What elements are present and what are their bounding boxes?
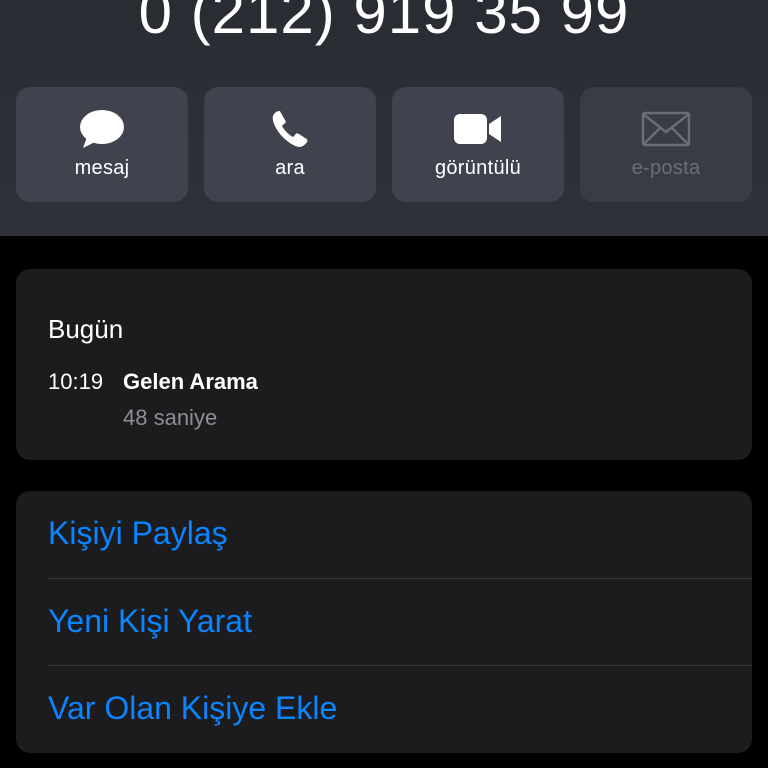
contact-actions-card: Kişiyi Paylaş Yeni Kişi Yarat Var Olan K…: [16, 491, 752, 753]
phone-icon: [204, 109, 376, 149]
contact-header: 0 (212) 919 35 99 mesaj ara görüntülü e-…: [0, 0, 768, 236]
video-call-button[interactable]: görüntülü: [392, 87, 564, 202]
message-bubble-icon: [16, 109, 188, 149]
envelope-icon: [580, 109, 752, 149]
call-button[interactable]: ara: [204, 87, 376, 202]
create-new-contact-label: Yeni Kişi Yarat: [48, 603, 252, 639]
create-new-contact-row[interactable]: Yeni Kişi Yarat: [16, 579, 752, 666]
video-call-button-label: görüntülü: [434, 157, 522, 179]
call-button-label: ara: [275, 157, 305, 179]
share-contact-label: Kişiyi Paylaş: [48, 515, 228, 551]
add-to-existing-contact-label: Var Olan Kişiye Ekle: [48, 690, 338, 726]
phone-number-title: 0 (212) 919 35 99: [138, 0, 630, 46]
call-duration: 48 saniye: [123, 405, 218, 430]
recents-day-heading: Bugün: [48, 314, 124, 344]
message-button-label: mesaj: [74, 157, 130, 179]
call-time: 10:19: [48, 369, 104, 394]
share-contact-row[interactable]: Kişiyi Paylaş: [16, 491, 752, 578]
recent-calls-card: Bugün 10:19 Gelen Arama 48 saniye: [16, 269, 752, 460]
email-button[interactable]: e-posta: [580, 87, 752, 202]
add-to-existing-contact-row[interactable]: Var Olan Kişiye Ekle: [16, 666, 752, 753]
message-button[interactable]: mesaj: [16, 87, 188, 202]
call-type: Gelen Arama: [123, 369, 258, 394]
video-camera-icon: [392, 109, 564, 149]
email-button-label: e-posta: [631, 157, 701, 179]
